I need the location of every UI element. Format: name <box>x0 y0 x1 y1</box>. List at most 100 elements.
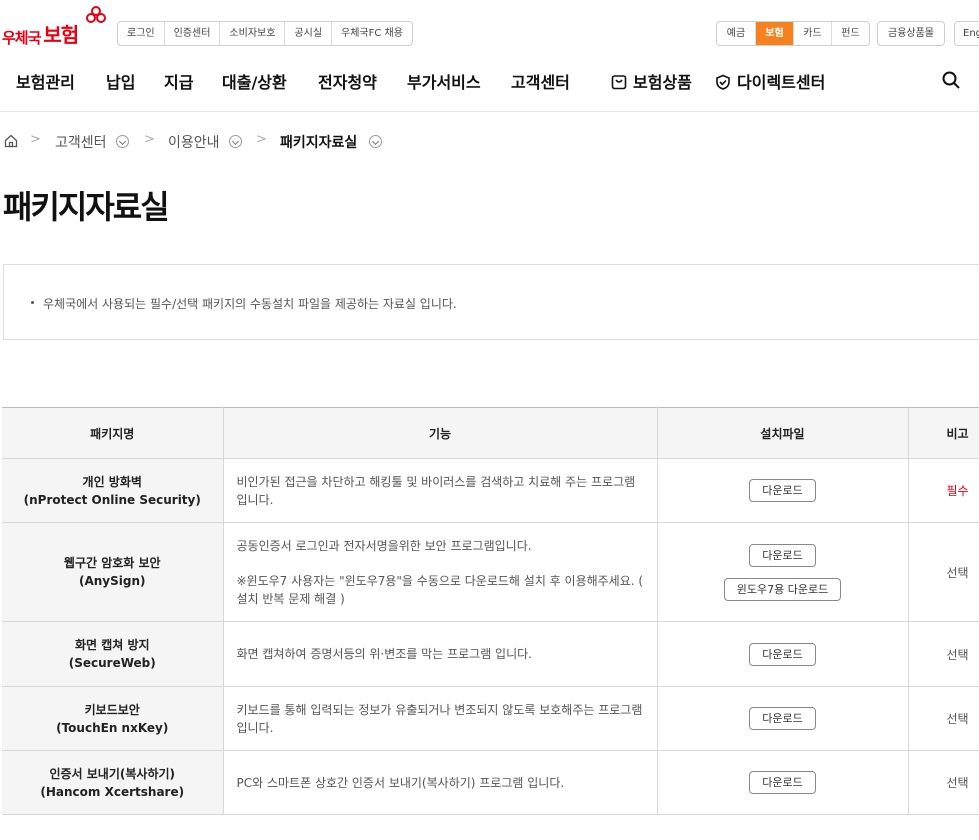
nav-payment[interactable]: 납입 <box>106 69 135 93</box>
home-icon[interactable] <box>4 134 18 148</box>
table-row: 인증서 보내기(복사하기) (Hancom Xcertshare) PC와 스마… <box>2 750 979 815</box>
nav-loan[interactable]: 대출/상환 <box>222 69 287 93</box>
utility-links: 로그인 인증센터 소비자보호 공시실 우체국FC 채용 <box>117 21 413 46</box>
package-desc-cell: 공동인증서 로그인과 전자서명을위한 보안 프로그램입니다. ※윈도우7 사용자… <box>222 522 657 622</box>
table-header-row: 패키지명 기능 설치파일 비고 <box>2 407 979 459</box>
logo-text-insurance: 보험 <box>43 23 79 47</box>
package-desc: 화면 캡쳐하여 증명서등의 위·변조를 막는 프로그램 입니다. <box>236 647 532 661</box>
nav-insurance-management[interactable]: 보험관리 <box>16 69 75 93</box>
nav-customer-center[interactable]: 고객센터 <box>511 69 570 93</box>
package-desc: 공동인증서 로그인과 전자서명을위한 보안 프로그램입니다. <box>236 538 532 553</box>
category-deposit[interactable]: 예금 <box>717 22 755 45</box>
note-cell: 선택 <box>907 686 979 751</box>
chevron-down-icon[interactable] <box>369 135 382 148</box>
package-desc-cell: 비인가된 접근을 차단하고 해킹툴 및 바이러스를 검색하고 치료해 주는 프로… <box>222 458 657 523</box>
table-row: 키보드보안 (TouchEn nxKey) 키보드를 통해 입력되는 정보가 유… <box>2 686 979 751</box>
package-table: 패키지명 기능 설치파일 비고 개인 방화벽 (nProtect Online … <box>2 407 979 815</box>
fc-recruit-link[interactable]: 우체국FC 채용 <box>331 22 412 45</box>
package-name: 개인 방화벽 <box>82 474 142 489</box>
logo[interactable]: 우체국 보험 <box>2 6 106 48</box>
note-cell: 선택 <box>907 522 979 622</box>
install-file-cell: 다운로드 <box>656 458 908 523</box>
package-desc: PC와 스마트폰 상호간 인증서 보내기(복사하기) 프로그램 입니다. <box>236 775 565 790</box>
package-name-cell: 개인 방화벽 (nProtect Online Security) <box>2 458 223 523</box>
nav-direct-center-label: 다이렉트센터 <box>737 73 826 92</box>
package-desc: 키보드를 통해 입력되는 정보가 유출되거나 변조되지 않도록 보호해주는 프로… <box>236 702 643 735</box>
package-sub: (AnySign) <box>78 574 146 588</box>
package-name-cell: 키보드보안 (TouchEn nxKey) <box>2 686 223 751</box>
category-insurance[interactable]: 보험 <box>755 22 793 45</box>
install-file-cell: 다운로드 <box>656 750 908 815</box>
package-name: 화면 캡쳐 방지 <box>74 638 150 652</box>
chevron-down-icon[interactable] <box>116 135 129 148</box>
bullet-icon <box>31 301 34 304</box>
package-desc-cell: 화면 캡쳐하여 증명서등의 위·변조를 막는 프로그램 입니다. <box>222 621 657 687</box>
package-desc-cell: 키보드를 통해 입력되는 정보가 유출되거나 변조되지 않도록 보호해주는 프로… <box>222 686 657 751</box>
shield-check-icon <box>716 74 730 90</box>
breadcrumb-current: 패키지자료실 <box>280 135 358 151</box>
nav-e-subscription[interactable]: 전자청약 <box>318 69 377 93</box>
package-sub: (nProtect Online Security) <box>23 492 201 507</box>
download-button[interactable]: 다운로드 <box>749 642 816 666</box>
logo-flower-icon <box>86 6 106 23</box>
main-navigation: 보험관리 납입 지급 대출/상환 전자청약 부가서비스 고객센터 보험상품 다이… <box>0 60 979 112</box>
package-sub: (SecureWeb) <box>68 656 156 670</box>
breadcrumb-usage-guide[interactable]: 이용안내 <box>168 132 220 152</box>
nav-extra-services[interactable]: 부가서비스 <box>407 69 481 93</box>
bag-icon <box>611 75 627 90</box>
package-desc-note: ※윈도우7 사용자는 "윈도우7용"을 수동으로 다운로드해 설치 후 이용해주… <box>236 573 644 606</box>
login-link[interactable]: 로그인 <box>118 22 164 45</box>
category-switcher: 예금 보험 카드 펀드 <box>716 21 870 46</box>
financial-mall-button[interactable]: 금융상품몰 <box>877 21 945 46</box>
download-button[interactable]: 다운로드 <box>749 771 816 794</box>
category-card[interactable]: 카드 <box>793 22 831 45</box>
breadcrumb-customer-center[interactable]: 고객센터 <box>55 132 107 152</box>
package-name: 웹구간 암호화 보안 <box>63 556 161 570</box>
chevron-right-icon: > <box>256 132 267 147</box>
info-box: 우체국에서 사용되는 필수/선택 패키지의 수동설치 파일을 제공하는 자료실 … <box>3 264 979 340</box>
package-desc: 비인가된 접근을 차단하고 해킹툴 및 바이러스를 검색하고 치료해 주는 프로… <box>236 474 636 507</box>
col-header-function: 기능 <box>222 407 657 459</box>
download-button[interactable]: 다운로드 <box>749 543 816 567</box>
consumer-protection-link[interactable]: 소비자보호 <box>219 22 284 45</box>
package-name: 키보드보안 <box>84 702 140 717</box>
download-win7-button[interactable]: 윈도우7용 다운로드 <box>723 577 842 601</box>
note-cell: 선택 <box>907 621 979 687</box>
table-row: 화면 캡쳐 방지 (SecureWeb) 화면 캡쳐하여 증명서등의 위·변조를… <box>2 621 979 687</box>
note-cell: 선택 <box>907 750 979 815</box>
nav-claim[interactable]: 지급 <box>164 69 193 93</box>
nav-insurance-products-label: 보험상품 <box>633 73 692 92</box>
category-fund[interactable]: 펀드 <box>831 22 869 45</box>
package-name-cell: 인증서 보내기(복사하기) (Hancom Xcertshare) <box>2 750 223 815</box>
col-header-note: 비고 <box>907 407 979 459</box>
nav-insurance-products[interactable]: 보험상품 <box>611 69 692 93</box>
col-header-package: 패키지명 <box>2 407 223 459</box>
chevron-right-icon: > <box>30 132 41 147</box>
top-bar: 우체국 보험 로그인 인증센터 소비자보호 공시실 우체국FC 채용 예금 보험… <box>0 0 979 60</box>
chevron-down-icon[interactable] <box>229 135 242 148</box>
chevron-right-icon: > <box>144 132 155 147</box>
package-sub: (Hancom Xcertshare) <box>40 784 185 799</box>
disclosure-link[interactable]: 공시실 <box>284 22 331 45</box>
note-cell: 필수 <box>907 458 979 523</box>
package-desc-cell: PC와 스마트폰 상호간 인증서 보내기(복사하기) 프로그램 입니다. <box>222 750 657 815</box>
nav-direct-center[interactable]: 다이렉트센터 <box>715 69 825 93</box>
col-header-install-file: 설치파일 <box>656 407 908 459</box>
package-name-cell: 웹구간 암호화 보안 (AnySign) <box>2 522 223 622</box>
download-button[interactable]: 다운로드 <box>749 707 816 730</box>
language-button[interactable]: Eng <box>954 21 979 46</box>
install-file-cell: 다운로드 <box>656 686 908 751</box>
package-name-cell: 화면 캡쳐 방지 (SecureWeb) <box>2 621 223 687</box>
install-file-cell: 다운로드 <box>656 621 908 687</box>
button-stack: 다운로드 윈도우7용 다운로드 <box>723 543 842 601</box>
cert-center-link[interactable]: 인증센터 <box>163 22 220 45</box>
install-file-cell: 다운로드 윈도우7용 다운로드 <box>656 522 908 622</box>
download-button[interactable]: 다운로드 <box>749 479 816 502</box>
table-row: 개인 방화벽 (nProtect Online Security) 비인가된 접… <box>2 458 979 523</box>
page-title: 패키지자료실 <box>3 188 170 226</box>
info-text: 우체국에서 사용되는 필수/선택 패키지의 수동설치 파일을 제공하는 자료실 … <box>43 297 457 311</box>
search-icon[interactable] <box>941 70 961 90</box>
package-name: 인증서 보내기(복사하기) <box>49 766 176 781</box>
table-row: 웹구간 암호화 보안 (AnySign) 공동인증서 로그인과 전자서명을위한 … <box>2 522 979 622</box>
package-sub: (TouchEn nxKey) <box>56 720 169 735</box>
